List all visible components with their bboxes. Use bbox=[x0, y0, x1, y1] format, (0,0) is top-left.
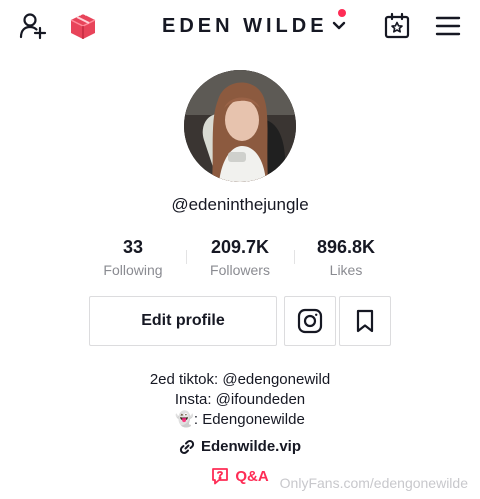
instagram-button[interactable] bbox=[284, 296, 336, 346]
stat-followers[interactable]: 209.7K Followers bbox=[185, 236, 295, 279]
qa-text: Q&A bbox=[235, 467, 269, 485]
bio-line: Insta: @ifoundeden bbox=[174, 391, 306, 408]
calendar-star-icon bbox=[384, 12, 410, 39]
stat-followers-value: 209.7K bbox=[210, 237, 270, 257]
profile-avatar[interactable] bbox=[184, 70, 296, 182]
bookmark-button[interactable] bbox=[339, 296, 391, 346]
top-bar: EDEN WILDE bbox=[0, 0, 480, 52]
account-switcher[interactable]: EDEN WILDE bbox=[162, 12, 346, 40]
stat-likes[interactable]: 896.8K Likes bbox=[291, 236, 401, 279]
question-bubble-icon bbox=[212, 468, 229, 485]
hamburger-menu-icon bbox=[435, 16, 461, 36]
stat-following-label: Following bbox=[103, 262, 163, 278]
chevron-down-icon bbox=[332, 21, 345, 30]
menu-button[interactable] bbox=[432, 12, 464, 40]
account-name: EDEN WILDE bbox=[162, 14, 328, 37]
watermark: OnlyFans.com/edengonewilde bbox=[279, 475, 468, 491]
profile-link[interactable]: Edenwilde.vip bbox=[0, 438, 480, 455]
instagram-icon bbox=[297, 308, 323, 334]
stat-following[interactable]: 33 Following bbox=[78, 236, 188, 279]
stat-followers-label: Followers bbox=[210, 262, 270, 278]
bio-line: 👻: Edengonewilde bbox=[175, 411, 305, 428]
stat-likes-label: Likes bbox=[329, 262, 363, 278]
gift-box-icon bbox=[70, 12, 96, 39]
bookmark-icon bbox=[356, 309, 374, 333]
bio-line: 2ed tiktok: @edengonewild bbox=[149, 371, 331, 388]
person-add-icon bbox=[19, 13, 47, 40]
add-friend-button[interactable] bbox=[16, 10, 50, 42]
avatar-photo bbox=[184, 70, 296, 182]
profile-username: @edeninthejungle bbox=[171, 195, 309, 214]
stat-following-value: 33 bbox=[122, 237, 144, 257]
edit-profile-button[interactable]: Edit profile bbox=[89, 296, 277, 346]
profile-link-text: Edenwilde.vip bbox=[200, 438, 302, 455]
notification-dot bbox=[338, 9, 346, 17]
stat-likes-value: 896.8K bbox=[316, 237, 376, 257]
gift-button[interactable] bbox=[66, 9, 100, 43]
calendar-button[interactable] bbox=[380, 10, 414, 42]
link-icon bbox=[179, 439, 195, 454]
